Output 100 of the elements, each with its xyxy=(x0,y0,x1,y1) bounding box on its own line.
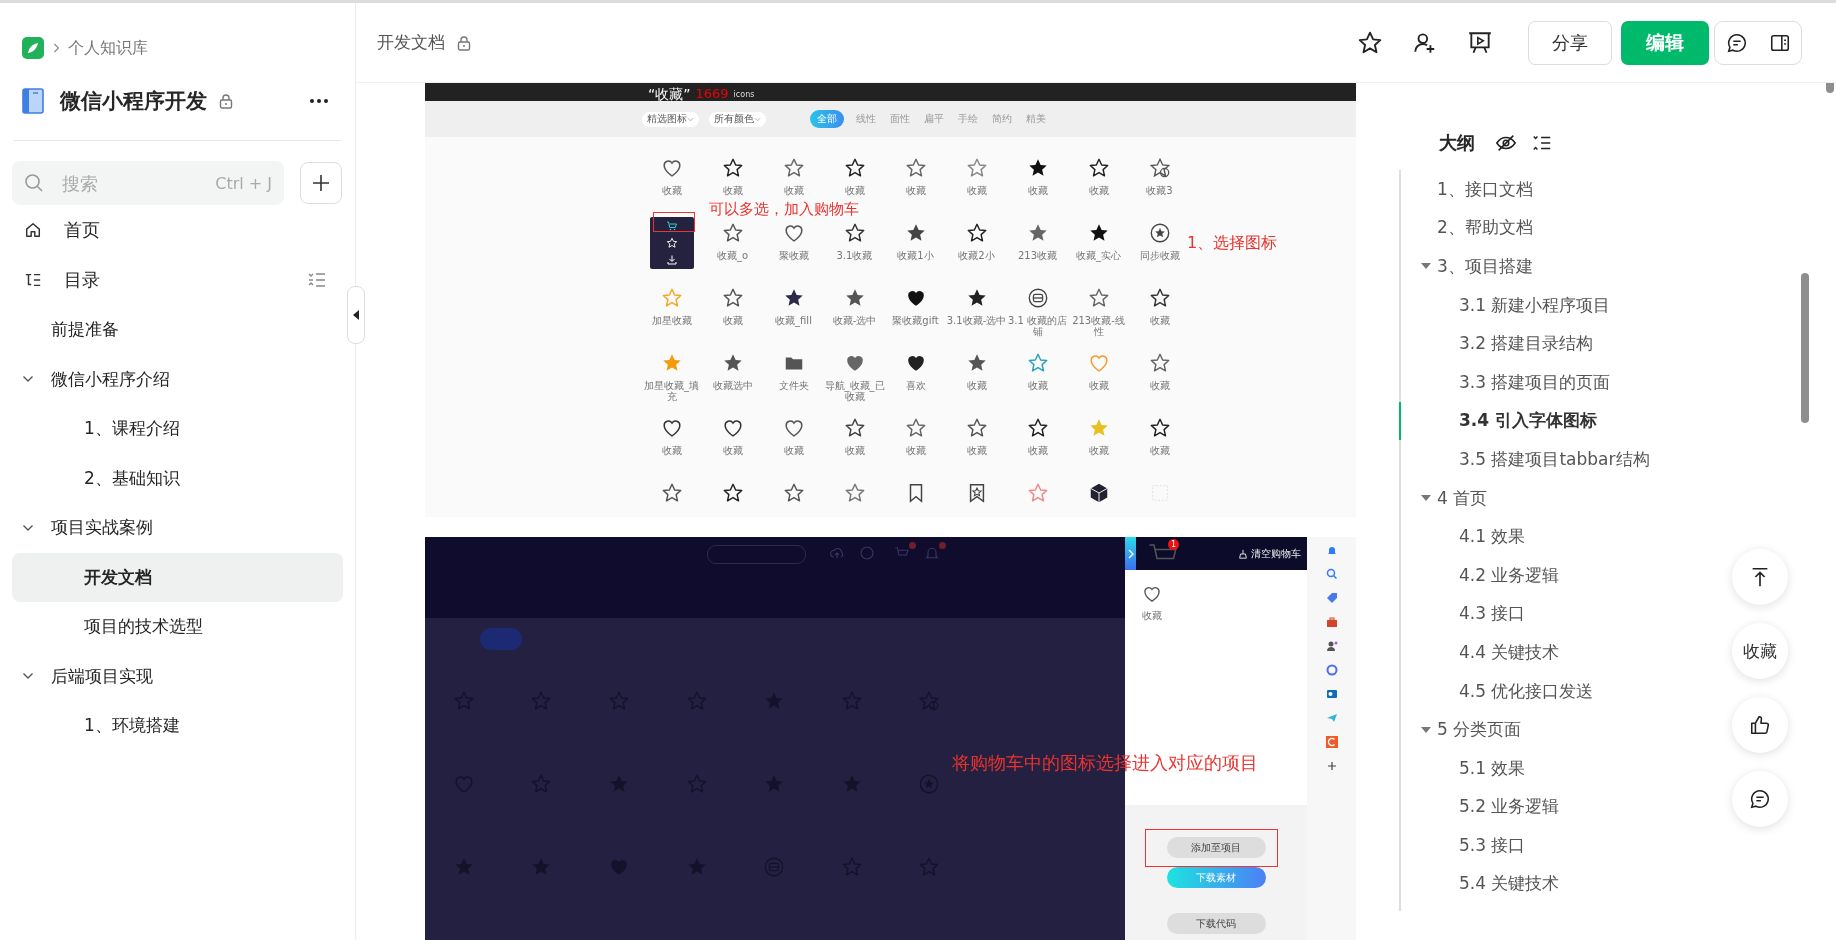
chevron-down-icon[interactable] xyxy=(22,375,34,384)
star-icon[interactable] xyxy=(904,157,927,179)
add-button[interactable] xyxy=(300,162,342,204)
heart-icon[interactable] xyxy=(721,417,744,439)
tree-item[interactable]: 前提准备 xyxy=(12,305,343,355)
tree-item[interactable]: 微信小程序介绍 xyxy=(12,354,343,404)
star-icon[interactable] xyxy=(660,287,683,309)
eye-off-icon[interactable] xyxy=(1495,132,1517,154)
nav-item[interactable]: 首页 xyxy=(64,218,100,242)
clear-cart-link[interactable]: 清空购物车 xyxy=(1251,546,1301,561)
presentation-icon[interactable] xyxy=(1467,29,1493,56)
outline-item[interactable]: 4.2 业务逻辑 xyxy=(1399,555,1560,595)
circle-icon[interactable] xyxy=(1325,664,1338,676)
download-icon[interactable] xyxy=(665,254,678,267)
star-icon[interactable] xyxy=(782,482,805,504)
star-icon[interactable] xyxy=(721,482,744,504)
caret-down-icon[interactable] xyxy=(1421,263,1431,270)
star-icon[interactable] xyxy=(1026,417,1049,439)
outline-item[interactable]: 4.3 接口 xyxy=(1399,594,1526,634)
star-icon[interactable] xyxy=(965,417,988,439)
outline-item[interactable]: 4.4 关键技术 xyxy=(1399,633,1560,672)
tree-item[interactable]: 2、基础知识 xyxy=(12,453,343,503)
star-icon[interactable] xyxy=(843,417,866,439)
comment-button[interactable] xyxy=(1732,771,1788,827)
outline-item[interactable]: 3.2 搭建目录结构 xyxy=(1399,324,1594,363)
outline-item[interactable]: 4.1 效果 xyxy=(1399,517,1526,556)
star-icon[interactable] xyxy=(721,222,744,244)
filter-dropdown[interactable]: 所有颜色 xyxy=(709,111,766,127)
tree-item[interactable]: 开发文档 xyxy=(12,552,343,602)
c-logo-icon[interactable] xyxy=(1325,736,1338,748)
heart-icon[interactable] xyxy=(660,417,683,439)
caret-down-icon[interactable] xyxy=(1421,495,1431,502)
star-icon[interactable] xyxy=(965,157,988,179)
tree-item[interactable]: 项目实战案例 xyxy=(12,503,343,553)
breadcrumb-link[interactable]: 个人知识库 xyxy=(68,37,148,59)
heart-icon[interactable] xyxy=(1142,584,1162,604)
heart-icon[interactable] xyxy=(782,417,805,439)
star-icon[interactable] xyxy=(843,222,866,244)
star-icon[interactable] xyxy=(660,482,683,504)
collapse-handle[interactable] xyxy=(347,286,365,344)
star-icon[interactable] xyxy=(904,417,927,439)
action-button[interactable]: 下载代码 xyxy=(1166,913,1266,934)
chevron-down-icon[interactable] xyxy=(22,523,34,532)
outline-item[interactable]: 3.3 搭建项目的页面 xyxy=(1399,362,1611,402)
nav-item[interactable]: 目录 xyxy=(64,268,100,292)
star-icon[interactable] xyxy=(843,157,866,179)
star-icon[interactable] xyxy=(782,157,805,179)
outline-item[interactable]: 5.2 业务逻辑 xyxy=(1399,787,1560,827)
outline-item[interactable]: 3、项目搭建 xyxy=(1399,247,1533,286)
like-button[interactable] xyxy=(1732,697,1788,753)
star-icon[interactable] xyxy=(1026,482,1049,504)
heart-icon[interactable] xyxy=(782,222,805,244)
tree-item[interactable]: 项目的技术选型 xyxy=(12,602,343,652)
outline-item[interactable]: 4 首页 xyxy=(1399,478,1488,518)
star-icon[interactable] xyxy=(1357,29,1383,56)
tree-item[interactable]: 后端项目实现 xyxy=(12,651,343,701)
star-icon[interactable] xyxy=(721,157,744,179)
plus-icon[interactable] xyxy=(1325,760,1338,772)
heart-icon[interactable] xyxy=(660,157,683,179)
star-icon[interactable] xyxy=(965,222,988,244)
star-icon[interactable] xyxy=(1026,352,1049,374)
search-icon[interactable] xyxy=(1325,568,1338,580)
tree-item[interactable]: 1、课程介绍 xyxy=(12,404,343,454)
app-logo-icon[interactable] xyxy=(22,37,44,59)
toolbox-icon[interactable] xyxy=(1325,616,1338,628)
person-icon[interactable] xyxy=(1325,640,1338,652)
star-icon[interactable] xyxy=(1148,287,1171,309)
list-toggle-icon[interactable] xyxy=(307,271,327,289)
star-icon[interactable] xyxy=(843,482,866,504)
star-icon[interactable] xyxy=(1087,287,1110,309)
star-icon[interactable] xyxy=(1148,157,1171,179)
tree-item[interactable]: 1、环境搭建 xyxy=(12,701,343,751)
outline-item[interactable]: 5.4 关键技术 xyxy=(1399,864,1560,904)
collapse-tab[interactable] xyxy=(1125,537,1136,570)
action-button[interactable]: 添加至项目 xyxy=(1166,837,1266,858)
favorite-button[interactable]: 收藏 xyxy=(1732,623,1788,679)
outline-item[interactable]: 3.5 搭建项目tabbar结构 xyxy=(1399,440,1650,479)
outline-item[interactable]: 2、帮助文档 xyxy=(1399,208,1533,248)
circle-icon[interactable] xyxy=(1026,287,1049,309)
more-icon[interactable] xyxy=(309,98,329,104)
filter-dropdown[interactable]: 精选图标 xyxy=(642,111,699,127)
mail-icon[interactable] xyxy=(1325,688,1338,700)
outline-item[interactable]: 3.1 新建小程序项目 xyxy=(1399,285,1611,325)
outline-item[interactable]: 3.4 引入字体图标 xyxy=(1399,401,1598,441)
outline-item[interactable]: 4.5 优化接口发送 xyxy=(1399,671,1594,711)
tag-icon[interactable] xyxy=(1325,592,1338,604)
star-icon[interactable] xyxy=(1087,157,1110,179)
star-icon[interactable] xyxy=(721,287,744,309)
back-to-top-button[interactable] xyxy=(1732,549,1788,605)
chevron-down-icon[interactable] xyxy=(22,672,34,681)
outline-item[interactable]: 5.3 接口 xyxy=(1399,826,1526,865)
outline-item[interactable]: 5 分类页面 xyxy=(1399,710,1522,749)
cart-icon[interactable] xyxy=(665,219,678,232)
star-icon[interactable] xyxy=(1148,417,1171,439)
star-icon[interactable] xyxy=(1148,352,1171,374)
caret-down-icon[interactable] xyxy=(1421,726,1431,733)
comment-icon[interactable] xyxy=(1725,31,1748,54)
share-button[interactable]: 分享 xyxy=(1528,20,1612,65)
outline-item[interactable]: 1、接口文档 xyxy=(1399,170,1533,209)
outline-item[interactable]: 5.1 效果 xyxy=(1399,748,1526,788)
